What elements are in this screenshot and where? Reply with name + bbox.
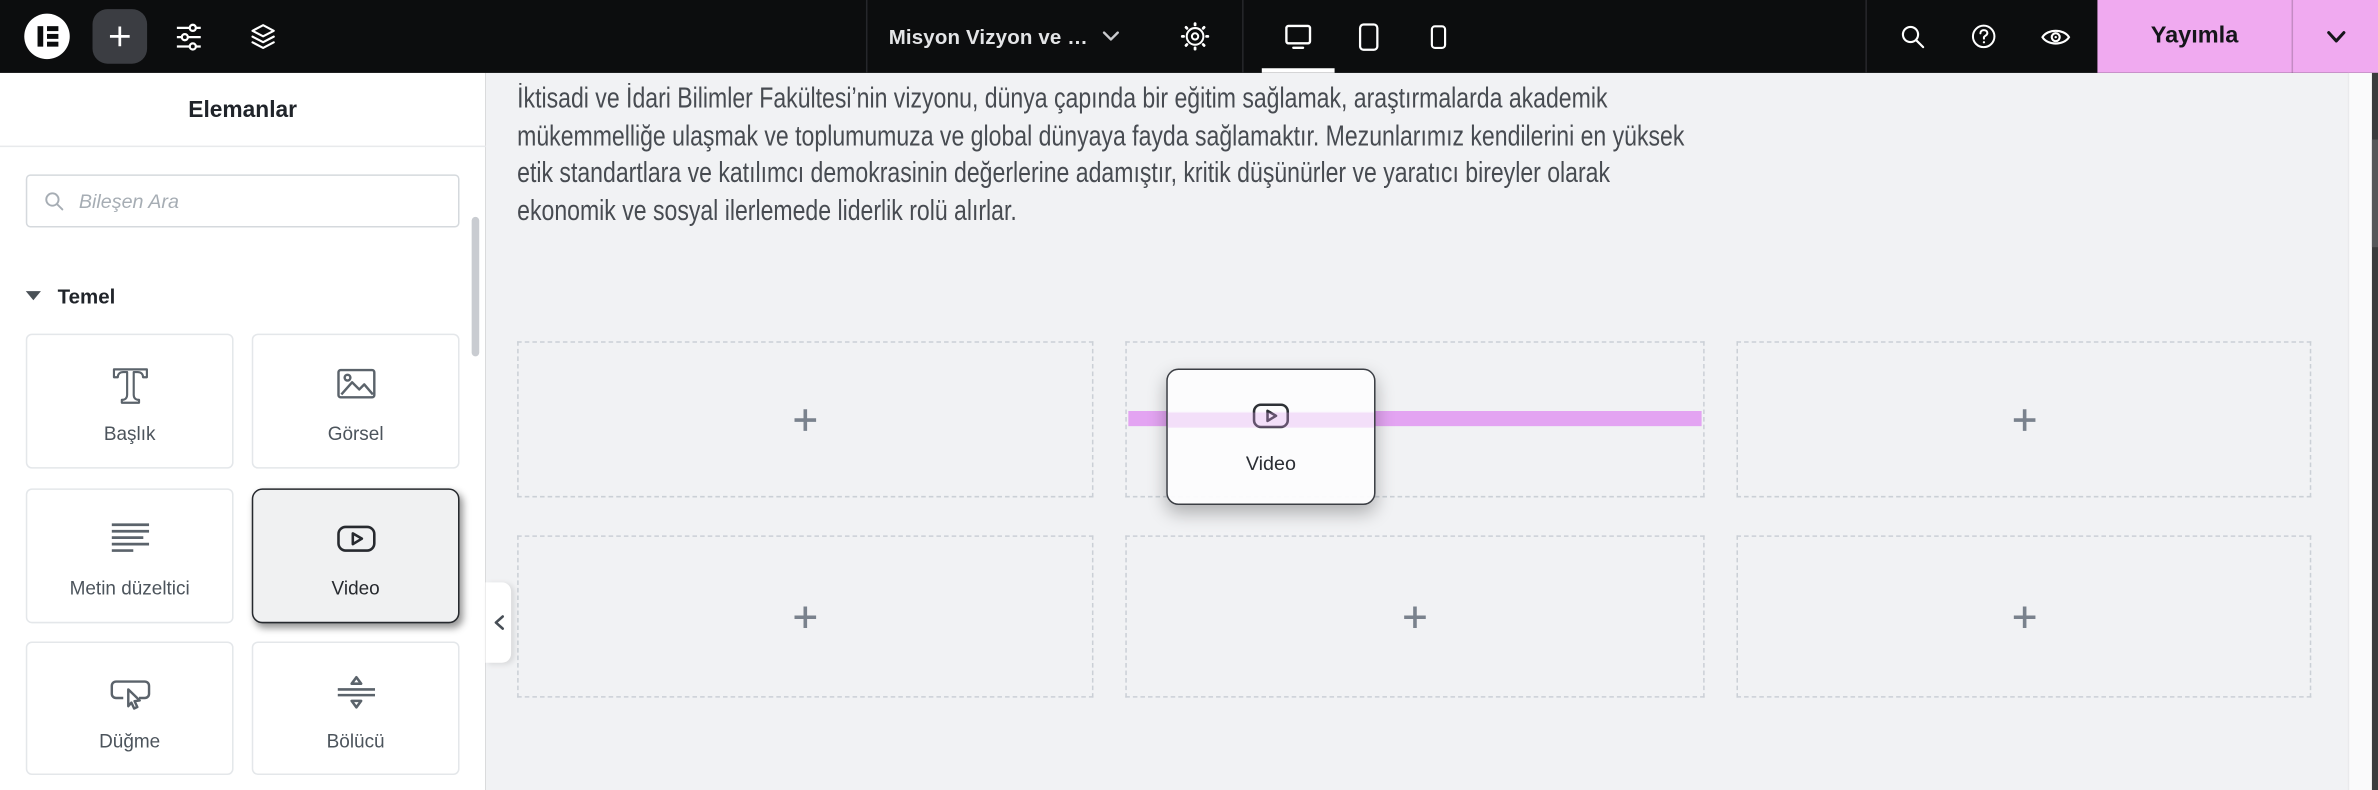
image-icon (330, 358, 382, 410)
gear-icon (1180, 21, 1210, 51)
active-device-indicator (1261, 68, 1335, 73)
drop-zone[interactable] (1736, 341, 2312, 498)
device-mobile-tab[interactable] (1407, 9, 1468, 64)
mobile-icon (1423, 22, 1452, 51)
settings-sliders-button[interactable] (161, 9, 216, 64)
publish-label: Yayımla (2150, 22, 2239, 49)
paragraph-line: etik standartlara ve katılımcı demokrasi… (517, 158, 1611, 190)
panel-collapse-handle[interactable] (485, 582, 512, 663)
drop-zone[interactable] (517, 341, 1094, 498)
section-label: Temel (57, 284, 116, 308)
structure-button[interactable] (235, 9, 290, 64)
drop-zone[interactable] (517, 535, 1094, 698)
drag-ghost-video-card[interactable]: Video (1166, 368, 1376, 506)
document-name: Misyon Vizyon ve … (888, 25, 1088, 48)
tablet-icon (1352, 20, 1384, 52)
elementor-menu-button[interactable] (24, 13, 70, 60)
section-toggle-temel[interactable]: Temel (25, 281, 116, 311)
preview-button[interactable] (2028, 9, 2083, 64)
chevron-down-icon (2326, 30, 2346, 44)
drop-zone[interactable] (1125, 535, 1705, 698)
drag-ghost-label: Video (1245, 451, 1296, 475)
top-bar: Misyon Vizyon ve … Yayımla (0, 0, 2378, 73)
insertion-indicator-overlay (1167, 412, 1375, 428)
widget-card-heading[interactable]: Başlık (25, 333, 234, 469)
sliders-icon (172, 20, 204, 52)
publish-options-button[interactable] (2293, 0, 2378, 73)
text-editor-widget[interactable]: İktisadi ve İdari Bilimler Fakültesi’nin… (517, 82, 2021, 231)
caret-down-icon (25, 291, 41, 301)
panel-header: Elemanlar (0, 73, 486, 148)
paragraph-line: İktisadi ve İdari Bilimler Fakültesi’nin… (517, 83, 1608, 116)
widget-card-text-editor[interactable]: Metin düzeltici (25, 488, 234, 624)
widget-card-button[interactable]: Düğme (25, 641, 234, 775)
preview-canvas: İktisadi ve İdari Bilimler Fakültesi’nin… (485, 72, 2378, 790)
publish-split-button: Yayımla (2097, 0, 2378, 73)
text-editor-icon (104, 513, 156, 565)
widget-card-divider[interactable]: Bölücü (251, 641, 460, 775)
divider-icon (330, 665, 382, 717)
add-element-icon (2009, 602, 2038, 631)
panel-title: Elemanlar (188, 96, 298, 123)
widget-label: Düğme (99, 730, 161, 752)
chevron-down-icon (1103, 30, 1120, 42)
layers-icon (246, 20, 278, 52)
publish-button[interactable]: Yayımla (2097, 0, 2291, 73)
paragraph-line: mükemmelliğe ulaşmak ve toplumumuza ve g… (517, 120, 1685, 153)
widget-label: Bölücü (326, 730, 385, 752)
preview-scrollbar-track[interactable] (2347, 72, 2372, 790)
device-desktop-tab[interactable] (1268, 9, 1329, 64)
finder-search-button[interactable] (1885, 9, 1940, 64)
desktop-icon (1282, 20, 1315, 53)
document-name-dropdown[interactable]: Misyon Vizyon ve … (889, 0, 1120, 73)
heading-icon (104, 358, 156, 410)
widget-label: Video (331, 577, 380, 600)
widget-card-image[interactable]: Görsel (251, 333, 460, 469)
add-element-icon (2009, 405, 2038, 434)
widget-label: Görsel (327, 423, 384, 445)
video-icon (330, 513, 382, 565)
widget-search-box (25, 174, 460, 228)
panel-scrollbar[interactable] (471, 216, 480, 357)
toolbar-divider (1242, 0, 1244, 73)
device-tablet-tab[interactable] (1338, 9, 1399, 64)
search-icon (1897, 21, 1927, 51)
toolbar-divider (1865, 0, 1867, 73)
widget-card-video[interactable]: Video (251, 488, 460, 624)
document-settings-button[interactable] (1168, 9, 1223, 64)
editor-stage: Misyon Vizyon ve … Yayımla Elemanlar Bil… (0, 0, 2378, 790)
widget-search-input[interactable] (78, 189, 443, 213)
widget-label: Metin düzeltici (69, 577, 190, 600)
widget-label: Başlık (103, 423, 156, 445)
paragraph-line: ekonomik ve sosyal ilerlemede liderlik r… (517, 195, 1017, 228)
elementor-logo-icon (24, 14, 69, 59)
window-scrollbar-thumb[interactable] (2371, 139, 2378, 248)
elementor-editor: Misyon Vizyon ve … Yayımla Elemanlar Bil… (0, 0, 2378, 790)
button-icon (104, 665, 156, 717)
add-element-icon (791, 405, 820, 434)
search-icon (42, 190, 65, 213)
toolbar-divider (865, 0, 868, 73)
drop-zone[interactable] (1736, 535, 2312, 698)
widgets-panel: Elemanlar Temel Başlık (0, 72, 486, 790)
add-element-button[interactable] (92, 9, 148, 64)
help-icon (1969, 21, 1999, 51)
eye-icon (2039, 20, 2071, 52)
help-button[interactable] (1956, 9, 2011, 64)
plus-icon (106, 23, 133, 50)
chevron-left-icon (492, 614, 504, 631)
add-element-icon (1401, 602, 1430, 631)
window-scrollbar[interactable] (2371, 72, 2378, 790)
add-element-icon (791, 602, 820, 631)
